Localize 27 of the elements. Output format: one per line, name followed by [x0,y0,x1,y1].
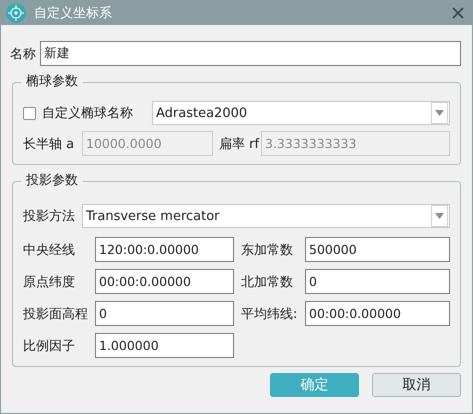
field-label: 名称 [10,46,36,62]
window-title: 自定义坐标系 [34,4,113,22]
field-label: 比例因子 [23,338,76,354]
input-field[interactable]: 0 [305,269,450,294]
target-icon [6,2,26,22]
input-field[interactable]: 新建 [40,41,461,66]
input-field[interactable]: 00:00:0.00000 [95,269,234,294]
cancel-button[interactable]: 取消 [372,373,461,397]
field-label: 长半轴 a [23,136,76,152]
field-label: 扁率 rf [219,136,260,152]
input-field[interactable]: 0 [95,301,234,326]
checkbox-label: 自定义椭球名称 [42,105,133,122]
input-field[interactable]: 500000 [305,237,450,262]
close-icon[interactable] [452,6,464,18]
field-label: 北加常数 [241,274,294,290]
field-label: 投影方法 [23,208,76,225]
checkbox[interactable] [23,106,36,120]
field-label: 中央经线 [23,242,76,258]
field-label: 原点纬度 [23,274,76,290]
input-field[interactable]: 120:00:0.00000 [95,237,234,262]
field-label: 投影面高程 [23,306,89,322]
field-label: 东加常数 [241,242,294,258]
dropdown[interactable]: Transverse mercator [82,204,450,228]
input-field[interactable]: 00:00:0.00000 [305,301,450,326]
dropdown[interactable]: Adrastea2000 [152,101,450,125]
input-field[interactable]: 1.000000 [95,333,234,358]
field-label: 平均纬线: [241,306,298,322]
